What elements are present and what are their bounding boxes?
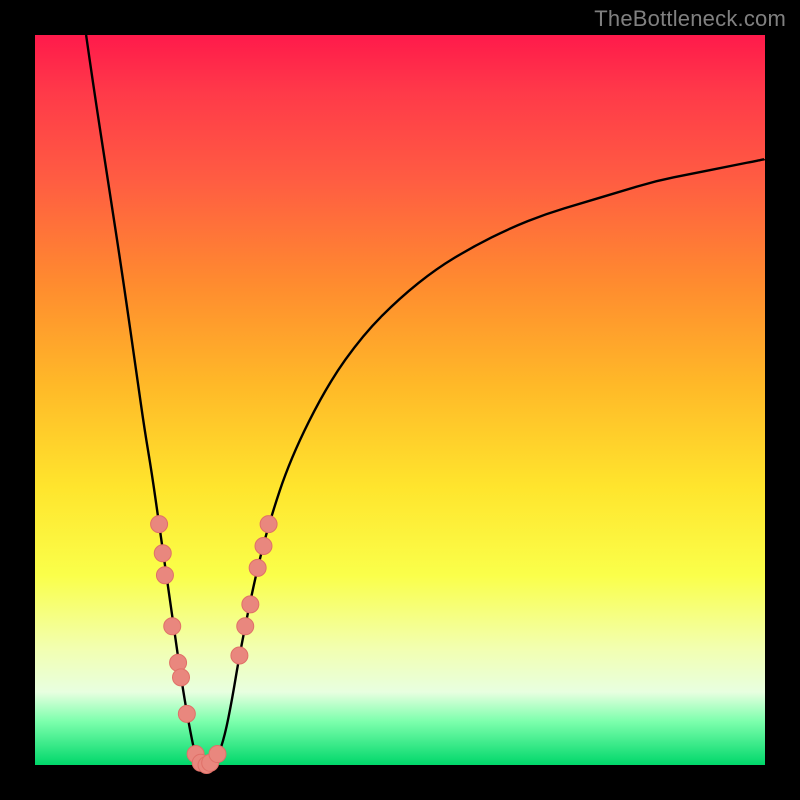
- data-marker: [209, 746, 226, 763]
- data-marker: [170, 654, 187, 671]
- data-marker: [151, 516, 168, 533]
- data-marker: [178, 705, 195, 722]
- data-marker: [154, 545, 171, 562]
- curve-svg: [35, 35, 765, 765]
- watermark-text: TheBottleneck.com: [594, 6, 786, 32]
- marker-group: [151, 516, 278, 774]
- data-marker: [173, 669, 190, 686]
- chart-frame: TheBottleneck.com: [0, 0, 800, 800]
- data-marker: [249, 559, 266, 576]
- bottleneck-curve: [86, 35, 765, 765]
- data-marker: [164, 618, 181, 635]
- data-marker: [231, 647, 248, 664]
- data-marker: [237, 618, 254, 635]
- plot-area: [35, 35, 765, 765]
- data-marker: [156, 567, 173, 584]
- data-marker: [242, 596, 259, 613]
- data-marker: [260, 516, 277, 533]
- data-marker: [255, 538, 272, 555]
